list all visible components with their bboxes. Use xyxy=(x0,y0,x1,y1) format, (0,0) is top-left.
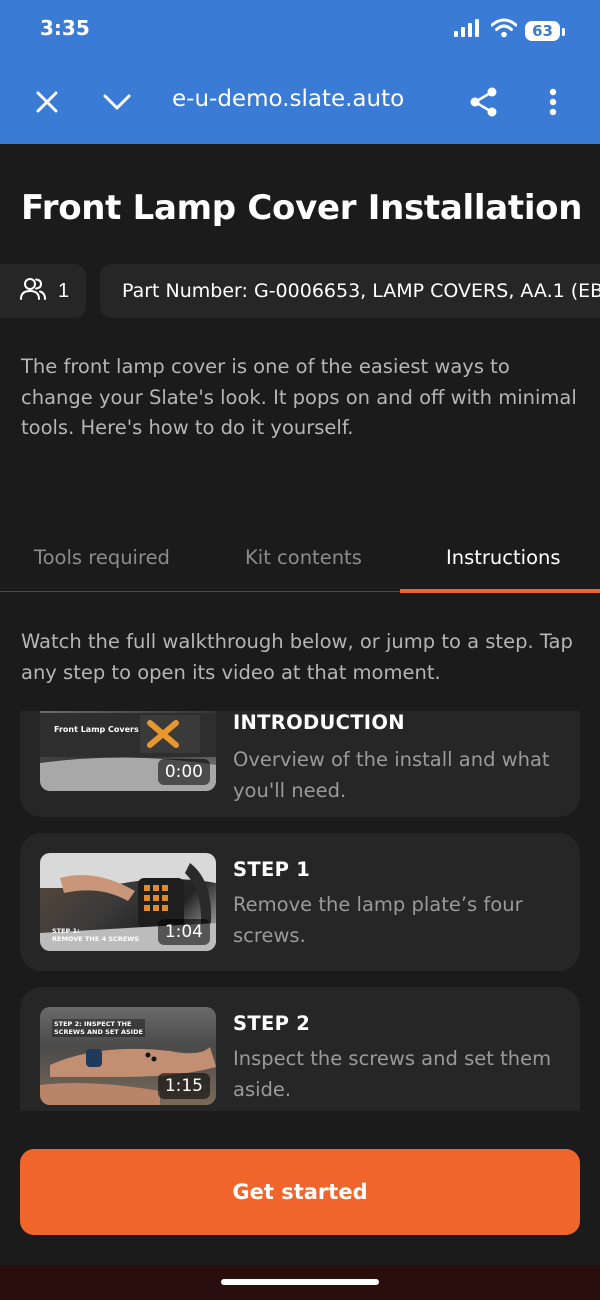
more-vertical-icon[interactable] xyxy=(533,82,573,122)
step-title: INTRODUCTION xyxy=(233,711,405,734)
step-card-step-1[interactable]: STEP 1: REMOVE THE 4 SCREWS 1:04 STEP 1 … xyxy=(20,833,580,971)
step-thumbnail[interactable]: Front Lamp Covers 0:00 xyxy=(40,711,216,791)
step-title: STEP 1 xyxy=(233,858,311,881)
instructions-intro: Watch the full walkthrough below, or jum… xyxy=(21,630,573,684)
battery-indicator: 63 xyxy=(525,20,565,41)
video-timestamp: 1:15 xyxy=(157,1073,210,1099)
status-icons: 63 xyxy=(453,18,565,43)
status-time: 3:35 xyxy=(40,16,90,40)
thumbnail-caption: Front Lamp Covers xyxy=(54,725,139,734)
tab-instructions[interactable]: Instructions xyxy=(446,546,561,569)
wifi-icon xyxy=(490,18,518,43)
video-timestamp: 0:00 xyxy=(157,759,210,785)
step-description: Overview of the install and what you'll … xyxy=(233,748,550,802)
tab-tools-required[interactable]: Tools required xyxy=(34,546,170,569)
get-started-button[interactable]: Get started xyxy=(20,1149,580,1235)
signal-icon xyxy=(453,18,483,43)
part-number-text: Part Number: G-0006653, LAMP COVERS, AA.… xyxy=(122,280,600,302)
url-text[interactable]: e-u-demo.slate.auto xyxy=(172,86,404,112)
people-icon xyxy=(20,277,46,306)
status-bar: 3:35 63 xyxy=(0,0,600,60)
step-card-step-2[interactable]: STEP 2: INSPECT THE SCREWS AND SET ASIDE… xyxy=(20,987,580,1111)
step-description: Remove the lamp plate’s four screws. xyxy=(233,893,523,947)
page-description: The front lamp cover is one of the easie… xyxy=(21,355,577,439)
video-timestamp: 1:04 xyxy=(157,919,210,945)
steps-list[interactable]: Front Lamp Covers 0:00 INTRODUCTION Over… xyxy=(20,711,580,1111)
part-number-chip: Part Number: G-0006653, LAMP COVERS, AA.… xyxy=(100,264,600,318)
tab-bar: Tools required Kit contents Instructions xyxy=(0,530,600,593)
people-chip: 1 xyxy=(0,264,86,318)
home-indicator[interactable] xyxy=(221,1279,379,1285)
close-icon[interactable] xyxy=(27,82,67,122)
share-icon[interactable] xyxy=(464,82,504,122)
page-title: Front Lamp Cover Installation xyxy=(21,188,583,228)
thumbnail-caption: STEP 2: INSPECT THE SCREWS AND SET ASIDE xyxy=(52,1019,145,1037)
active-tab-indicator xyxy=(400,589,600,593)
step-thumbnail[interactable]: STEP 1: REMOVE THE 4 SCREWS 1:04 xyxy=(40,853,216,951)
step-description: Inspect the screws and set them aside. xyxy=(233,1047,552,1101)
tab-kit-contents[interactable]: Kit contents xyxy=(245,546,362,569)
step-title: STEP 2 xyxy=(233,1012,311,1035)
step-thumbnail[interactable]: STEP 2: INSPECT THE SCREWS AND SET ASIDE… xyxy=(40,1007,216,1105)
people-count: 1 xyxy=(58,279,70,302)
thumbnail-caption: STEP 1: REMOVE THE 4 SCREWS xyxy=(52,927,140,943)
step-card-introduction[interactable]: Front Lamp Covers 0:00 INTRODUCTION Over… xyxy=(20,711,580,817)
get-started-label: Get started xyxy=(232,1180,368,1204)
chevron-down-icon[interactable] xyxy=(97,82,137,122)
browser-toolbar: e-u-demo.slate.auto xyxy=(0,60,600,144)
